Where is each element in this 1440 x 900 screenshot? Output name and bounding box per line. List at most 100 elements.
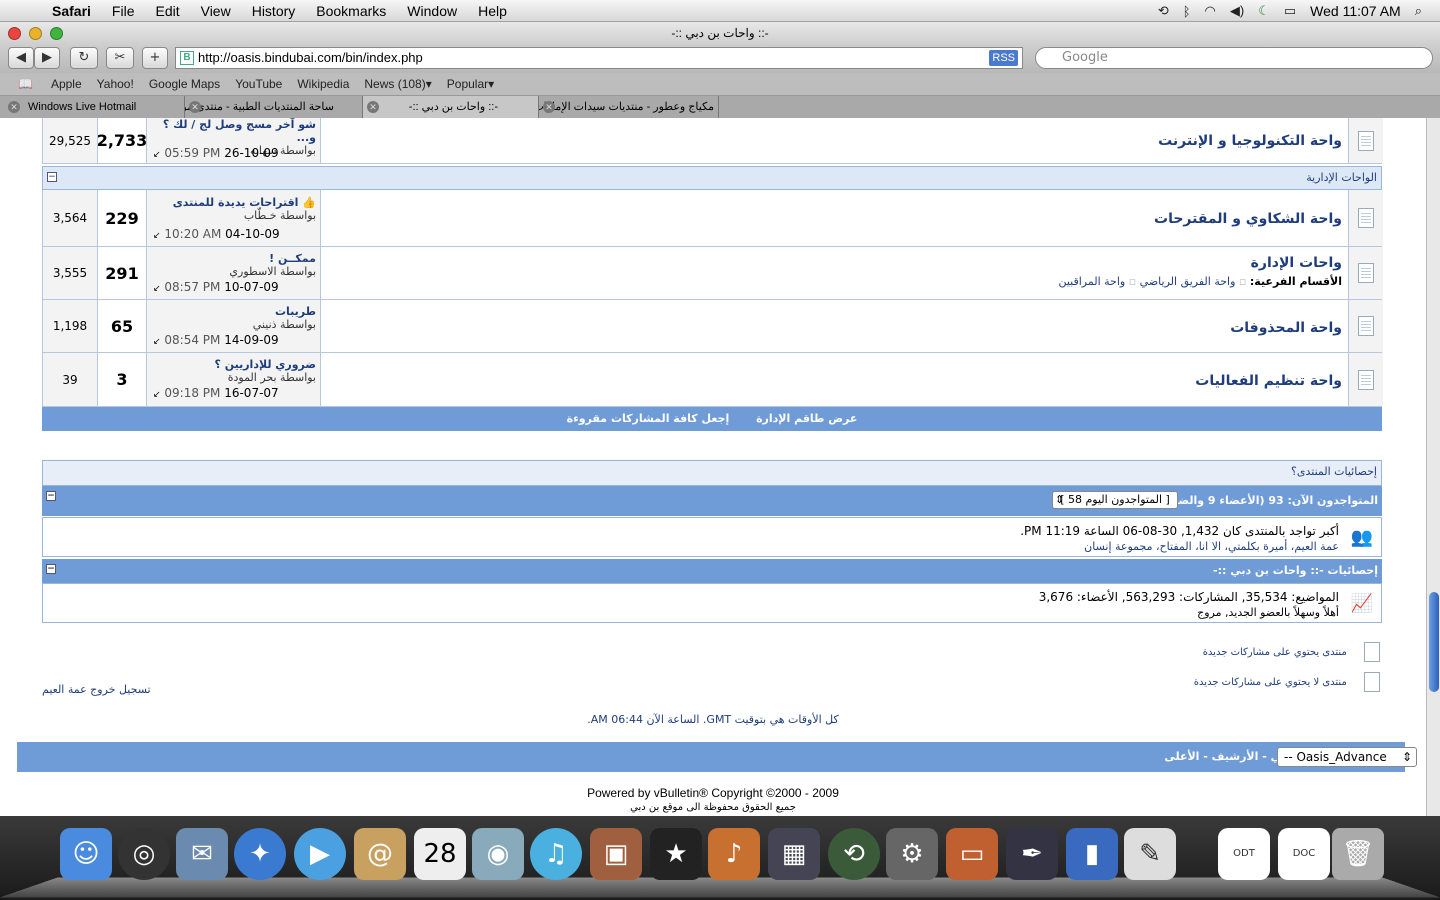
collapse-icon[interactable]: − [46, 564, 56, 574]
bluetooth-icon[interactable]: ᛒ [1183, 4, 1191, 19]
forum-name[interactable]: واحة المحذوفات [1230, 320, 1342, 336]
go-last-post-icon[interactable]: ↙ [153, 390, 161, 400]
doc-document-icon[interactable]: DOC [1278, 828, 1330, 880]
clock[interactable]: Wed 11:07 AM [1310, 3, 1401, 19]
menu-view[interactable]: View [201, 3, 231, 19]
last-post-author[interactable]: بواسطة ذنيني [147, 318, 316, 331]
menu-bookmarks[interactable]: Bookmarks [316, 3, 386, 19]
close-tab-icon[interactable]: ✕ [543, 101, 555, 113]
welcome-new-member[interactable]: أهلاً وسهلاً بالعضو الجديد, مروج [1197, 606, 1339, 619]
imovie-icon[interactable]: ★ [650, 828, 702, 880]
menu-window[interactable]: Window [407, 3, 457, 19]
address-bar[interactable]: B http://oasis.bindubai.com/bin/index.ph… [175, 47, 1023, 69]
menu-help[interactable]: Help [478, 3, 507, 19]
bookmark-apple[interactable]: Apple [51, 77, 82, 91]
volume-icon[interactable]: ◀) [1230, 3, 1244, 19]
preview-icon[interactable]: ◉ [472, 828, 524, 880]
logout-link[interactable]: تسجيل خروج عمة العيم [42, 683, 151, 696]
go-last-post-icon[interactable]: ↙ [153, 150, 161, 160]
time-machine-dock-icon[interactable]: ⟲ [828, 828, 880, 880]
safari-icon[interactable]: ✦ [234, 828, 286, 880]
forum-name[interactable]: واحة التكنولوجيا و الإنترنت [1158, 133, 1342, 149]
system-preferences-icon[interactable]: ⚙ [886, 828, 938, 880]
online-members-list[interactable]: عمة العيم، أميرة بكلمتي، الا انا، المفتا… [1084, 540, 1339, 553]
last-post-title[interactable]: شو آخر مسج وصل لج / لك ؟ و... [147, 118, 316, 144]
bookmark-news[interactable]: News (108)▾ [364, 77, 431, 91]
online-today-select[interactable]: [ المتواجدون اليوم 58 ] ⇕ [1052, 491, 1178, 509]
scroll-thumb[interactable] [1429, 592, 1439, 692]
menu-safari[interactable]: Safari [52, 3, 91, 19]
forum-name[interactable]: واحة الشكاوي و المقترحات [1154, 211, 1342, 227]
close-tab-icon[interactable]: ✕ [367, 101, 379, 113]
finder-icon[interactable]: ☺ [60, 828, 112, 880]
zoom-window-button[interactable] [50, 27, 63, 40]
mark-all-read-link[interactable]: إجعل كافة المشاركات مقروءة [567, 412, 730, 425]
iphoto-icon[interactable]: ▣ [590, 828, 642, 880]
mail-icon[interactable]: ✉ [176, 828, 228, 880]
numbers-icon[interactable]: ▮ [1066, 828, 1118, 880]
last-post-title[interactable]: 👍 اقتراحات يديدة للمنتدى [147, 196, 316, 209]
spaces-icon[interactable]: ▦ [768, 828, 820, 880]
wifi-icon[interactable]: ◠ [1205, 3, 1216, 19]
tab-oasis[interactable]: ✕ -:: واحات بن دبي ::- [363, 96, 539, 118]
collapse-icon[interactable]: − [47, 172, 57, 182]
bookmark-google-maps[interactable]: Google Maps [149, 77, 220, 91]
go-last-post-icon[interactable]: ↙ [153, 337, 161, 347]
pages-icon[interactable]: ✎ [1124, 828, 1176, 880]
subforum-moderators[interactable]: واحة المراقبين [1058, 275, 1125, 288]
spotlight-icon[interactable]: ⌕ [1415, 3, 1422, 19]
trash-icon[interactable]: 🗑 [1332, 828, 1384, 880]
address-book-icon[interactable]: @ [354, 828, 406, 880]
site-stats-title[interactable]: إحصائيات -:: واحات بن دبي ::- [1213, 564, 1378, 577]
go-last-post-icon[interactable]: ↙ [153, 284, 161, 294]
garageband-icon[interactable]: ♪ [708, 828, 760, 880]
stats-title[interactable]: إحصائيات المنتدى؟ [1291, 465, 1377, 478]
keynote-icon[interactable]: ▭ [946, 828, 998, 880]
menu-file[interactable]: File [112, 3, 135, 19]
tab-hotmail[interactable]: ✕ Windows Live Hotmail [0, 96, 185, 118]
search-field[interactable]: Google [1035, 47, 1433, 69]
ical-icon[interactable]: 28 [414, 828, 466, 880]
last-post-title[interactable]: ممكــن ! [147, 252, 316, 265]
go-last-post-icon[interactable]: ↙ [153, 231, 161, 241]
bookmark-popular[interactable]: Popular▾ [447, 77, 494, 91]
last-post-author[interactable]: بواسطة بحر المودة [147, 371, 316, 384]
last-post-title[interactable]: ضروري للإداريين ؟ [147, 358, 316, 371]
menu-edit[interactable]: Edit [155, 3, 179, 19]
book-icon[interactable]: 📖 [18, 77, 33, 91]
time-machine-icon[interactable]: ⟲ [1158, 3, 1169, 19]
bookmark-yahoo[interactable]: Yahoo! [97, 77, 134, 91]
bookmark-wikipedia[interactable]: Wikipedia [297, 77, 349, 91]
subforum-sports[interactable]: واحة الفريق الرياضي [1140, 275, 1236, 288]
dashboard-icon[interactable]: ◎ [118, 828, 170, 880]
itunes-icon[interactable]: ♫ [530, 828, 582, 880]
battery-icon[interactable]: ▭ [1284, 3, 1296, 19]
snippet-button[interactable]: ✂ [106, 47, 134, 69]
rss-button[interactable]: RSS [989, 50, 1018, 66]
category-title[interactable]: الواحات الإدارية [1306, 171, 1377, 184]
close-tab-icon[interactable]: ✕ [8, 101, 20, 113]
ichat-icon[interactable]: ▶ [294, 828, 346, 880]
script-editor-icon[interactable]: ✒ [1006, 828, 1058, 880]
add-bookmark-button[interactable]: + [142, 47, 168, 69]
show-staff-link[interactable]: عرض طاقم الإدارة [756, 412, 857, 425]
moon-icon[interactable]: ☾ [1258, 3, 1270, 19]
last-post-author[interactable]: بواسطة خـطّاب [147, 209, 316, 222]
style-select[interactable]: -- Oasis_Advance ⇕ [1277, 747, 1417, 767]
minimize-window-button[interactable] [29, 27, 42, 40]
forward-button[interactable]: ▶ [34, 47, 60, 69]
last-post-author[interactable]: بواسطة الاسطوري [147, 265, 316, 278]
collapse-icon[interactable]: − [46, 491, 56, 501]
vertical-scrollbar[interactable] [1426, 118, 1440, 816]
back-button[interactable]: ◀ [8, 47, 34, 69]
close-tab-icon[interactable]: ✕ [189, 101, 201, 113]
last-post-title[interactable]: طريبات [147, 305, 316, 318]
tab-medical-forum[interactable]: ✕ ساحة المنتديات الطبية - منتدى موقع ... [185, 96, 363, 118]
apple-icon[interactable] [20, 3, 40, 19]
tab-makeup[interactable]: ✕ مكياج وعطور - منتديات سيدات الإمارات [539, 96, 719, 118]
forum-name[interactable]: واحة تنظيم الفعاليات [1195, 373, 1342, 389]
close-window-button[interactable] [8, 27, 21, 40]
menu-history[interactable]: History [252, 3, 296, 19]
odt-document-icon[interactable]: ODT [1218, 828, 1270, 880]
forum-name[interactable]: واحات الإدارة [321, 255, 1342, 271]
